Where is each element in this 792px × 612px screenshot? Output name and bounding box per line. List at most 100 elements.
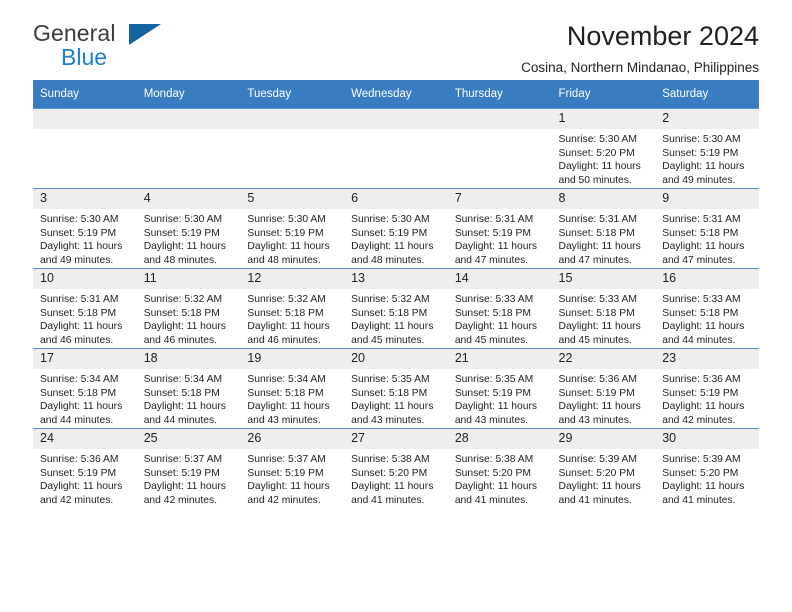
calendar-day-cell[interactable]: 5 Sunrise: 5:30 AM Sunset: 5:19 PM Daylight…	[240, 188, 345, 269]
daylight-text: Daylight: 11 hours and 45 minutes.	[351, 321, 434, 346]
sunrise-text: Sunrise: 5:31 AM	[558, 214, 637, 225]
sunrise-text: Sunrise: 5:32 AM	[247, 294, 326, 305]
daylight-text: Daylight: 11 hours and 44 minutes.	[662, 321, 745, 346]
sunset-text: Sunset: 5:19 PM	[40, 467, 117, 479]
brand-logo[interactable]: General Blue	[33, 22, 163, 72]
sunrise-text: Sunrise: 5:32 AM	[143, 294, 223, 305]
day-details: Sunrise: 5:34 AM Sunset: 5:18 PM Daylight:…	[240, 369, 344, 427]
day-details: Sunrise: 5:39 AM Sunset: 5:20 PM Daylight:…	[552, 449, 656, 507]
calendar-day-cell[interactable]: 23 Sunrise: 5:36 AM Sunset: 5:19 PM Dayligh…	[655, 348, 759, 429]
daylight-text: Daylight: 11 hours and 46 minutes.	[143, 321, 226, 346]
sunset-text: Sunset: 5:18 PM	[143, 307, 220, 319]
sunrise-text: Sunrise: 5:30 AM	[247, 214, 326, 225]
daylight-text: Daylight: 11 hours and 41 minutes.	[558, 481, 641, 506]
calendar-day-cell[interactable]: 9 Sunrise: 5:31 AM Sunset: 5:18 PM Daylight…	[655, 188, 759, 269]
day-number: 14	[447, 269, 552, 289]
calendar-day-cell[interactable]: 27 Sunrise: 5:38 AM Sunset: 5:20 PM Dayligh…	[344, 428, 448, 508]
daylight-text: Daylight: 11 hours and 46 minutes.	[40, 321, 123, 346]
calendar-day-cell[interactable]: 28 Sunrise: 5:38 AM Sunset: 5:20 PM Dayligh…	[447, 428, 552, 508]
calendar-day-cell[interactable]: 2 Sunrise: 5:30 AM Sunset: 5:19 PM Daylight…	[655, 108, 759, 189]
calendar-day-cell[interactable]: 24 Sunrise: 5:36 AM Sunset: 5:19 PM Dayligh…	[33, 428, 137, 508]
sunrise-text: Sunrise: 5:31 AM	[662, 214, 741, 225]
calendar-day-cell[interactable]: 15 Sunrise: 5:33 AM Sunset: 5:18 PM Dayligh…	[551, 268, 656, 349]
day-number: 6	[344, 189, 448, 209]
page-subtitle: Cosina, Northern Mindanao, Philippines	[521, 60, 759, 76]
day-number: 17	[33, 349, 137, 369]
day-number	[447, 109, 552, 129]
day-details: Sunrise: 5:32 AM Sunset: 5:18 PM Daylight:…	[137, 289, 241, 347]
day-number: 5	[240, 189, 345, 209]
calendar-day-cell[interactable]: 12 Sunrise: 5:32 AM Sunset: 5:18 PM Dayligh…	[240, 268, 345, 349]
weekday-header-friday: Friday	[551, 80, 656, 109]
sunset-text: Sunset: 5:19 PM	[662, 147, 739, 159]
day-number: 4	[136, 189, 241, 209]
calendar-day-cell[interactable]: 29 Sunrise: 5:39 AM Sunset: 5:20 PM Dayligh…	[551, 428, 656, 508]
daylight-text: Daylight: 11 hours and 46 minutes.	[247, 321, 330, 346]
sunset-text: Sunset: 5:18 PM	[558, 227, 635, 239]
sunrise-text: Sunrise: 5:39 AM	[558, 454, 637, 465]
sunset-text: Sunset: 5:19 PM	[454, 387, 531, 399]
day-number: 8	[551, 189, 656, 209]
sunset-text: Sunset: 5:19 PM	[454, 227, 531, 239]
daylight-text: Daylight: 11 hours and 43 minutes.	[247, 401, 330, 426]
calendar-header-row: Sunday Monday Tuesday Wednesday Thursday Frid…	[33, 80, 759, 109]
calendar-day-cell[interactable]: 14 Sunrise: 5:33 AM Sunset: 5:18 PM Dayligh…	[447, 268, 552, 349]
calendar-day-cell[interactable]: 18 Sunrise: 5:34 AM Sunset: 5:18 PM Dayligh…	[136, 348, 241, 429]
daylight-text: Daylight: 11 hours and 48 minutes.	[351, 241, 434, 266]
calendar-day-cell[interactable]: 10 Sunrise: 5:31 AM Sunset: 5:18 PM Dayligh…	[33, 268, 137, 349]
calendar-day-cell[interactable]: 7 Sunrise: 5:31 AM Sunset: 5:19 PM Daylight…	[447, 188, 552, 269]
calendar-body: 1 Sunrise: 5:30 AM Sunset: 5:20 PM Daylight…	[33, 108, 759, 508]
sunset-text: Sunset: 5:19 PM	[558, 387, 635, 399]
calendar-day-cell[interactable]: 1 Sunrise: 5:30 AM Sunset: 5:20 PM Daylight…	[551, 108, 656, 189]
calendar-day-cell[interactable]: 26 Sunrise: 5:37 AM Sunset: 5:19 PM Dayligh…	[240, 428, 345, 508]
weekday-header-thursday: Thursday	[447, 80, 552, 109]
day-details: Sunrise: 5:33 AM Sunset: 5:18 PM Daylight:…	[655, 289, 759, 347]
day-number	[136, 109, 241, 129]
daylight-text: Daylight: 11 hours and 44 minutes.	[143, 401, 226, 426]
calendar-day-cell[interactable]: 13 Sunrise: 5:32 AM Sunset: 5:18 PM Dayligh…	[344, 268, 448, 349]
calendar-day-cell-empty	[240, 108, 345, 189]
sunrise-text: Sunrise: 5:32 AM	[351, 294, 430, 305]
sunset-text: Sunset: 5:20 PM	[558, 147, 635, 159]
day-details: Sunrise: 5:31 AM Sunset: 5:18 PM Daylight:…	[552, 209, 656, 267]
day-number: 7	[447, 189, 552, 209]
day-number: 27	[344, 429, 448, 449]
day-details: Sunrise: 5:30 AM Sunset: 5:19 PM Daylight:…	[240, 209, 344, 267]
calendar-day-cell[interactable]: 8 Sunrise: 5:31 AM Sunset: 5:18 PM Daylight…	[551, 188, 656, 269]
day-number: 28	[447, 429, 552, 449]
daylight-text: Daylight: 11 hours and 43 minutes.	[454, 401, 538, 426]
day-number	[344, 109, 448, 129]
calendar-day-cell[interactable]: 3 Sunrise: 5:30 AM Sunset: 5:19 PM Daylight…	[33, 188, 137, 269]
sunrise-text: Sunrise: 5:36 AM	[662, 374, 741, 385]
day-details: Sunrise: 5:30 AM Sunset: 5:20 PM Daylight:…	[552, 129, 656, 187]
day-details: Sunrise: 5:32 AM Sunset: 5:18 PM Daylight:…	[344, 289, 448, 347]
daylight-text: Daylight: 11 hours and 42 minutes.	[40, 481, 123, 506]
calendar-day-cell[interactable]: 22 Sunrise: 5:36 AM Sunset: 5:19 PM Dayligh…	[551, 348, 656, 429]
calendar-day-cell[interactable]: 6 Sunrise: 5:30 AM Sunset: 5:19 PM Daylight…	[344, 188, 448, 269]
daylight-text: Daylight: 11 hours and 42 minutes.	[662, 401, 745, 426]
day-details: Sunrise: 5:39 AM Sunset: 5:20 PM Daylight:…	[655, 449, 759, 507]
calendar-day-cell[interactable]: 16 Sunrise: 5:33 AM Sunset: 5:18 PM Dayligh…	[655, 268, 759, 349]
day-details: Sunrise: 5:30 AM Sunset: 5:19 PM Daylight:…	[655, 129, 759, 187]
calendar-day-cell[interactable]: 4 Sunrise: 5:30 AM Sunset: 5:19 PM Daylight…	[136, 188, 241, 269]
daylight-text: Daylight: 11 hours and 44 minutes.	[40, 401, 123, 426]
calendar-day-cell[interactable]: 30 Sunrise: 5:39 AM Sunset: 5:20 PM Dayligh…	[655, 428, 759, 508]
day-number: 26	[240, 429, 345, 449]
day-details: Sunrise: 5:33 AM Sunset: 5:18 PM Daylight:…	[552, 289, 656, 347]
calendar-day-cell[interactable]: 17 Sunrise: 5:34 AM Sunset: 5:18 PM Dayligh…	[33, 348, 137, 429]
day-number: 3	[33, 189, 137, 209]
sunrise-text: Sunrise: 5:34 AM	[40, 374, 119, 385]
calendar-week-row: 3 Sunrise: 5:30 AM Sunset: 5:19 PM Daylight…	[33, 188, 759, 269]
calendar-day-cell[interactable]: 19 Sunrise: 5:34 AM Sunset: 5:18 PM Dayligh…	[240, 348, 345, 429]
calendar-day-cell[interactable]: 25 Sunrise: 5:37 AM Sunset: 5:19 PM Dayligh…	[136, 428, 241, 508]
sunset-text: Sunset: 5:19 PM	[351, 227, 428, 239]
sunrise-text: Sunrise: 5:35 AM	[454, 374, 534, 385]
sunrise-text: Sunrise: 5:38 AM	[351, 454, 430, 465]
sunrise-text: Sunrise: 5:37 AM	[143, 454, 223, 465]
day-details: Sunrise: 5:36 AM Sunset: 5:19 PM Daylight:…	[552, 369, 656, 427]
calendar-day-cell[interactable]: 20 Sunrise: 5:35 AM Sunset: 5:18 PM Dayligh…	[344, 348, 448, 429]
calendar-day-cell[interactable]: 21 Sunrise: 5:35 AM Sunset: 5:19 PM Dayligh…	[447, 348, 552, 429]
brand-name-blue: Blue	[61, 44, 108, 70]
calendar-week-row: 10 Sunrise: 5:31 AM Sunset: 5:18 PM Dayligh…	[33, 268, 759, 349]
calendar-day-cell[interactable]: 11 Sunrise: 5:32 AM Sunset: 5:18 PM Dayligh…	[136, 268, 241, 349]
